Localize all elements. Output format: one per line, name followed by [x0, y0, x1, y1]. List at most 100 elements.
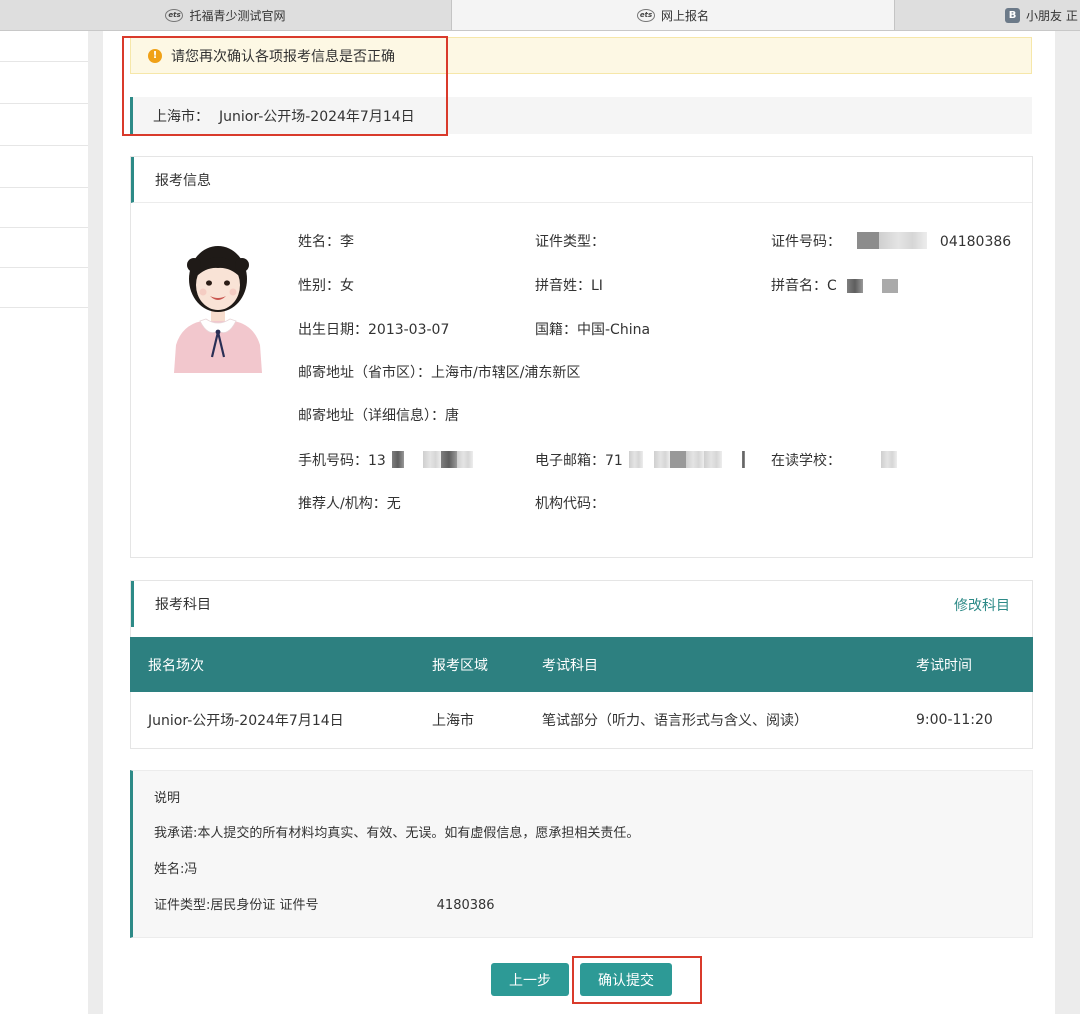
declaration-title: 说明 [154, 791, 181, 806]
field-phone-value: 13 [368, 453, 386, 469]
field-name-value: 李 [340, 234, 354, 250]
sidebar-divider [0, 61, 88, 62]
redacted-mask [456, 451, 473, 468]
redacted-mask [669, 451, 686, 468]
tab-label: 托福青少测试官网 [189, 8, 286, 23]
redacted-mask [703, 451, 722, 468]
redacted-mask [857, 232, 880, 249]
tab-label: 小朋友 正 [1026, 8, 1078, 23]
redacted-mask [653, 451, 670, 468]
sidebar-divider [0, 103, 88, 104]
previous-step-button[interactable]: 上一步 [491, 963, 569, 996]
redacted-mask [879, 232, 928, 249]
sidebar-divider [0, 145, 88, 146]
field-id-type-label: 证件类型： [535, 234, 605, 250]
tab-label: 网上报名 [660, 8, 709, 23]
redacted-mask [742, 451, 746, 468]
declaration-promise: 我承诺:本人提交的所有材料均真实、有效、无误。如有虚假信息，愿承担相关责任。 [154, 826, 640, 841]
sidebar-divider [0, 267, 88, 268]
column-header-subject: 考试科目 [542, 657, 598, 674]
redacted-mask [440, 451, 457, 468]
column-header-time: 考试时间 [916, 657, 972, 674]
registration-info-card: 报考信息 姓名：李 证件类型： 证件号码： 04180386 性别：女 拼音姓：… [130, 156, 1033, 558]
column-header-session: 报名场次 [148, 657, 204, 674]
card-title: 报考科目 [131, 581, 1032, 627]
left-sidebar [0, 31, 88, 1014]
field-org-code-label: 机构代码： [535, 496, 605, 512]
cell-time: 9:00-11:20 [916, 711, 993, 728]
sidebar-divider [0, 307, 88, 308]
field-phone-label: 手机号码： [298, 453, 368, 469]
cell-session: Junior-公开场-2024年7月14日 [148, 712, 344, 729]
field-address-detail-value: 唐 [445, 408, 459, 424]
cell-subject: 笔试部分（听力、语言形式与含义、阅读） [542, 712, 808, 729]
field-email-value: 71 [605, 453, 623, 469]
field-name-label: 姓名： [298, 234, 340, 250]
field-nationality-value: 中国-China [577, 322, 651, 338]
declaration-name: 姓名:冯 [154, 862, 198, 877]
redacted-mask [629, 451, 644, 468]
field-school-label: 在读学校： [771, 453, 841, 469]
declaration-id-label: 证件类型:居民身份证 证件号 [154, 898, 319, 913]
table-row: Junior-公开场-2024年7月14日 上海市 笔试部分（听力、语言形式与含… [130, 692, 1033, 749]
field-pinyin-last-value: LI [591, 278, 603, 294]
field-nationality-label: 国籍： [535, 322, 577, 338]
field-address-region: 邮寄地址（省市区）：上海市/市辖区/浦东新区 [298, 362, 580, 382]
declaration-id-suffix: 4180386 [436, 898, 495, 913]
field-name: 姓名：李 [298, 231, 354, 251]
field-address-region-label: 邮寄地址（省市区）： [298, 365, 431, 381]
redacted-mask [847, 279, 864, 293]
redacted-mask [392, 451, 405, 468]
field-phone: 手机号码：13 [298, 450, 473, 470]
field-id-number-suffix: 04180386 [939, 234, 1012, 250]
redacted-mask [881, 451, 898, 468]
ets-logo-icon: ets [636, 8, 655, 22]
browser-tab-online-registration[interactable]: ets 网上报名 [452, 0, 894, 30]
field-id-type: 证件类型： [535, 231, 605, 251]
highlight-box-submit [572, 956, 702, 1004]
column-header-region: 报考区域 [432, 657, 488, 674]
field-address-detail: 邮寄地址（详细信息）：唐 [298, 405, 459, 425]
field-nationality: 国籍：中国-China [535, 319, 650, 339]
redacted-mask [422, 451, 441, 468]
field-pinyin-first-label: 拼音名： [771, 278, 827, 294]
field-email: 电子邮箱：71 [535, 450, 746, 470]
highlight-box-session [122, 36, 448, 136]
edit-subjects-link[interactable]: 修改科目 [954, 595, 1010, 615]
subjects-table-header: 报名场次 报考区域 考试科目 考试时间 [130, 637, 1033, 692]
field-gender-label: 性别： [298, 278, 340, 294]
field-dob-value: 2013-03-07 [368, 322, 450, 338]
field-pinyin-last: 拼音姓：LI [535, 275, 603, 295]
field-id-number-label: 证件号码： [771, 234, 841, 250]
field-referrer: 推荐人/机构：无 [298, 493, 401, 513]
browser-tab-toefl-junior-site[interactable]: ets 托福青少测试官网 [0, 0, 452, 30]
field-gender-value: 女 [340, 278, 354, 294]
field-pinyin-first: 拼音名：C [771, 275, 898, 295]
declaration-card: 说明 我承诺:本人提交的所有材料均真实、有效、无误。如有虚假信息，愿承担相关责任… [130, 770, 1033, 938]
field-referrer-value: 无 [386, 496, 401, 512]
sidebar-divider [0, 227, 88, 228]
field-dob: 出生日期：2013-03-07 [298, 319, 449, 339]
field-dob-label: 出生日期： [298, 322, 368, 338]
field-gender: 性别：女 [298, 275, 354, 295]
redacted-mask [685, 451, 704, 468]
browser-tab-bar: ets 托福青少测试官网 ets 网上报名 B 小朋友 正 [0, 0, 1080, 31]
field-school: 在读学校： [771, 450, 898, 470]
field-email-label: 电子邮箱： [535, 453, 605, 469]
field-address-detail-label: 邮寄地址（详细信息）： [298, 408, 445, 424]
sidebar-divider [0, 187, 88, 188]
field-address-region-value: 上海市/市辖区/浦东新区 [431, 365, 581, 381]
browser-tab-third[interactable]: B 小朋友 正 [894, 0, 1080, 30]
ets-logo-icon: ets [165, 8, 184, 22]
field-id-number: 证件号码： 04180386 [771, 231, 1011, 251]
redacted-mask [881, 279, 898, 293]
field-referrer-label: 推荐人/机构： [298, 496, 387, 512]
card-title: 报考信息 [131, 157, 1032, 203]
cell-region: 上海市 [432, 712, 474, 729]
subjects-card: 报考科目 修改科目 报名场次 报考区域 考试科目 考试时间 Junior-公开场… [130, 580, 1033, 749]
field-pinyin-last-label: 拼音姓： [535, 278, 591, 294]
field-pinyin-first-value: C [827, 278, 837, 294]
declaration-id: 证件类型:居民身份证 证件号 4180386 [154, 894, 495, 913]
b-logo-icon: B [1005, 7, 1020, 23]
candidate-photo [172, 233, 264, 373]
